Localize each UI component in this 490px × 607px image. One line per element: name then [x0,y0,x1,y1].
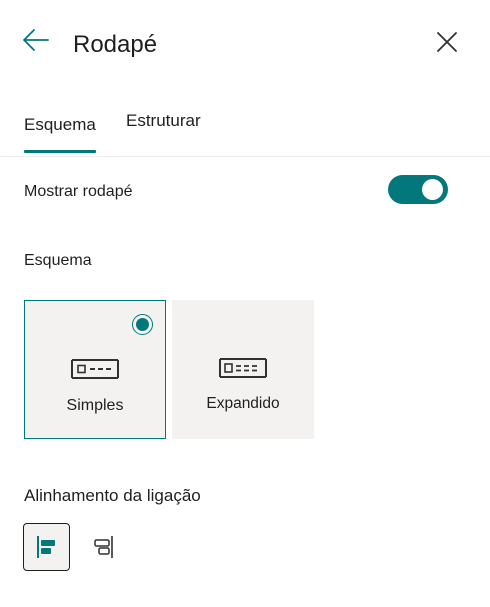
layout-option-simple-label: Simples [66,397,124,414]
layout-option-extended-label: Expandido [206,395,280,412]
show-footer-toggle[interactable] [388,175,448,204]
footer-extended-icon [219,358,267,378]
align-left-icon [36,536,55,558]
arrow-left-icon [23,29,49,51]
footer-settings-panel: Rodapé Esquema Estruturar Mostrar rodapé… [0,0,490,607]
radio-selected-icon [132,314,153,335]
page-title: Rodapé [73,31,158,58]
tab-structure[interactable]: Estruturar [126,110,201,132]
align-right-icon [93,536,113,558]
back-button[interactable] [20,26,52,54]
radio-dot [136,318,149,331]
tab-layout[interactable]: Esquema [24,114,96,153]
layout-section-label: Esquema [24,252,92,269]
layout-option-extended[interactable]: Expandido [172,300,314,439]
toggle-knob [422,179,443,200]
tab-bar: Esquema Estruturar [0,108,490,157]
align-right-button[interactable] [79,523,126,571]
close-button[interactable] [431,26,463,58]
close-icon [437,32,457,52]
align-left-button[interactable] [23,523,70,571]
layout-option-simple[interactable]: Simples [24,300,166,439]
link-alignment-label: Alinhamento da ligação [24,486,201,505]
show-footer-label: Mostrar rodapé [24,183,133,200]
footer-simple-icon [71,359,119,379]
